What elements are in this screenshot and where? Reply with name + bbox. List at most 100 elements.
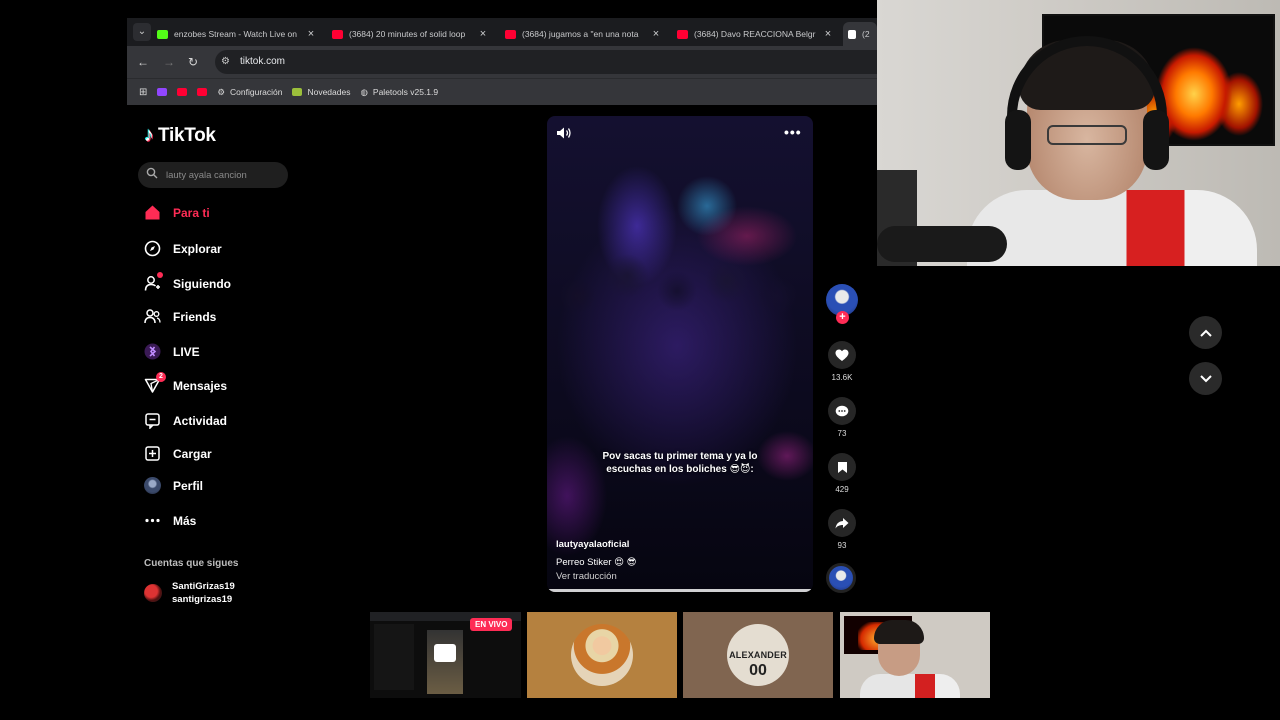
live-card-webcam[interactable] — [840, 612, 990, 698]
more-options-icon[interactable]: ••• — [784, 125, 802, 139]
search-input[interactable] — [166, 166, 281, 184]
tab-youtube-davo[interactable]: (3684) Davo REACCIONA Belgr × — [677, 22, 834, 46]
nav-explorar[interactable]: Explorar — [144, 240, 222, 257]
friends-icon — [144, 309, 161, 324]
apps-grid-icon[interactable]: ⊞ — [139, 87, 147, 98]
tab-youtube-loop[interactable]: (3684) 20 minutes of solid loop × — [332, 22, 489, 46]
nav-label: Explorar — [173, 241, 222, 256]
tab-tiktok[interactable]: (2 — [843, 22, 877, 46]
bookmark-configuracion[interactable]: ⚙ Configuración — [217, 87, 282, 98]
video-caption: Perreo Stiker 😍 😎 — [556, 557, 637, 568]
search-box[interactable] — [138, 162, 288, 188]
logo-text: TikTok — [158, 124, 216, 146]
nav-mas[interactable]: Más — [144, 512, 196, 529]
close-tab-icon[interactable]: × — [305, 28, 317, 40]
bookmark-youtube-1[interactable] — [177, 88, 188, 96]
volume-icon[interactable] — [556, 126, 572, 140]
chevron-up-icon — [1199, 329, 1212, 337]
nav-siguiendo[interactable]: Siguiendo — [144, 272, 231, 292]
bookmark-paletools[interactable]: ◍ Paletools v25.1.9 — [360, 87, 438, 98]
avatar — [144, 584, 162, 602]
nav-label: Cargar — [173, 446, 212, 461]
mini-shirt — [860, 674, 960, 698]
next-video-button[interactable] — [1189, 362, 1222, 395]
following-section-title: Cuentas que sigues — [144, 558, 239, 569]
back-icon[interactable]: ← — [137, 54, 149, 70]
notification-dot — [157, 272, 163, 278]
compass-icon — [144, 240, 161, 257]
nav-para-ti[interactable]: Para ti — [144, 204, 210, 221]
nav-label: Mensajes — [173, 378, 228, 393]
nav-label: Para ti — [173, 205, 210, 220]
youtube-icon — [197, 88, 208, 96]
close-tab-icon[interactable]: × — [822, 28, 834, 40]
nav-live[interactable]: LIVE — [144, 343, 200, 360]
live-icon — [144, 343, 161, 360]
video-player[interactable] — [547, 116, 813, 592]
tab-youtube-nota[interactable]: (3684) jugamos a "en una nota × — [505, 22, 662, 46]
tab-search-button[interactable]: ⌄ — [133, 23, 151, 41]
bookmarks-bar: ⊞ ⚙ Configuración Novedades ◍ Paletools v2… — [127, 78, 877, 105]
share-button[interactable]: 93 — [828, 509, 856, 550]
nav-label: Actividad — [173, 413, 228, 428]
follow-plus-icon[interactable]: + — [836, 311, 849, 324]
globe-icon: ◍ — [360, 86, 368, 97]
messages-badge: 2 — [156, 372, 166, 382]
followed-account[interactable]: SantiGrizas19 santigrizas19 — [144, 580, 235, 606]
mini-sidebar — [374, 624, 414, 690]
video-frame — [547, 236, 813, 436]
nav-actividad[interactable]: Actividad — [144, 412, 227, 429]
previous-video-button[interactable] — [1189, 316, 1222, 349]
nav-cargar[interactable]: Cargar — [144, 445, 212, 462]
kick-icon — [157, 29, 168, 39]
tab-kick-stream[interactable]: enzobes Stream - Watch Live on × — [157, 22, 317, 46]
translate-link[interactable]: Ver traducción — [556, 571, 617, 582]
site-info-icon[interactable]: ⚙ — [221, 56, 230, 67]
tiktok-logo[interactable]: ♪ TikTok — [144, 124, 216, 147]
bookmark-youtube-2[interactable] — [197, 88, 208, 96]
comment-button[interactable]: 73 — [828, 397, 856, 438]
close-tab-icon[interactable]: × — [477, 28, 489, 40]
like-button[interactable]: 13.6K — [828, 341, 856, 382]
chevron-down-icon — [1199, 374, 1212, 382]
close-tab-icon[interactable]: × — [650, 28, 662, 40]
streamer — [967, 36, 1257, 266]
search-icon — [146, 167, 158, 179]
live-card-avatar-jersey[interactable]: ALEXANDER 00 — [683, 612, 833, 698]
comment-count: 73 — [837, 429, 847, 438]
nav-label: Más — [173, 513, 197, 528]
video-progress-bar[interactable] — [547, 589, 813, 592]
progress-fill — [547, 589, 813, 592]
mini-hair — [874, 620, 924, 644]
youtube-icon — [505, 29, 516, 39]
jersey-name: ALEXANDER — [729, 650, 787, 660]
bookmark-label: Novedades — [307, 87, 351, 97]
youtube-icon — [177, 88, 188, 96]
nav-mensajes[interactable]: 2 Mensajes — [144, 372, 228, 394]
more-icon — [145, 518, 160, 523]
tab-title: (3684) 20 minutes of solid loop — [349, 29, 466, 39]
save-count: 429 — [835, 485, 849, 494]
youtube-icon — [677, 29, 688, 39]
tiktok-note-icon: ♪ — [144, 124, 154, 146]
activity-icon — [145, 413, 160, 429]
comment-icon — [828, 397, 856, 425]
tab-title: (3684) jugamos a "en una nota — [522, 29, 639, 39]
video-overlay-text: Pov sacas tu primer tema y ya lo escucha… — [602, 451, 758, 475]
nav-friends[interactable]: Friends — [144, 308, 216, 325]
home-icon — [145, 205, 160, 220]
reload-icon[interactable]: ↻ — [188, 54, 198, 70]
address-bar[interactable]: ⚙ tiktok.com — [215, 50, 877, 74]
nav-perfil[interactable]: Perfil — [144, 477, 203, 494]
bookmark-novedades[interactable]: Novedades — [292, 87, 350, 97]
save-button[interactable]: 429 — [828, 453, 856, 494]
youtube-icon — [332, 29, 343, 39]
bookmark-twitch[interactable] — [157, 88, 168, 96]
live-card-avatar-girl[interactable] — [527, 612, 677, 698]
jersey-number: 00 — [749, 662, 767, 679]
sound-disc[interactable] — [826, 563, 856, 593]
forward-icon[interactable]: → — [163, 54, 175, 70]
video-author[interactable]: lautyayalaoficial — [556, 539, 629, 550]
messages-icon: 2 — [144, 372, 166, 394]
share-count: 93 — [837, 541, 847, 550]
